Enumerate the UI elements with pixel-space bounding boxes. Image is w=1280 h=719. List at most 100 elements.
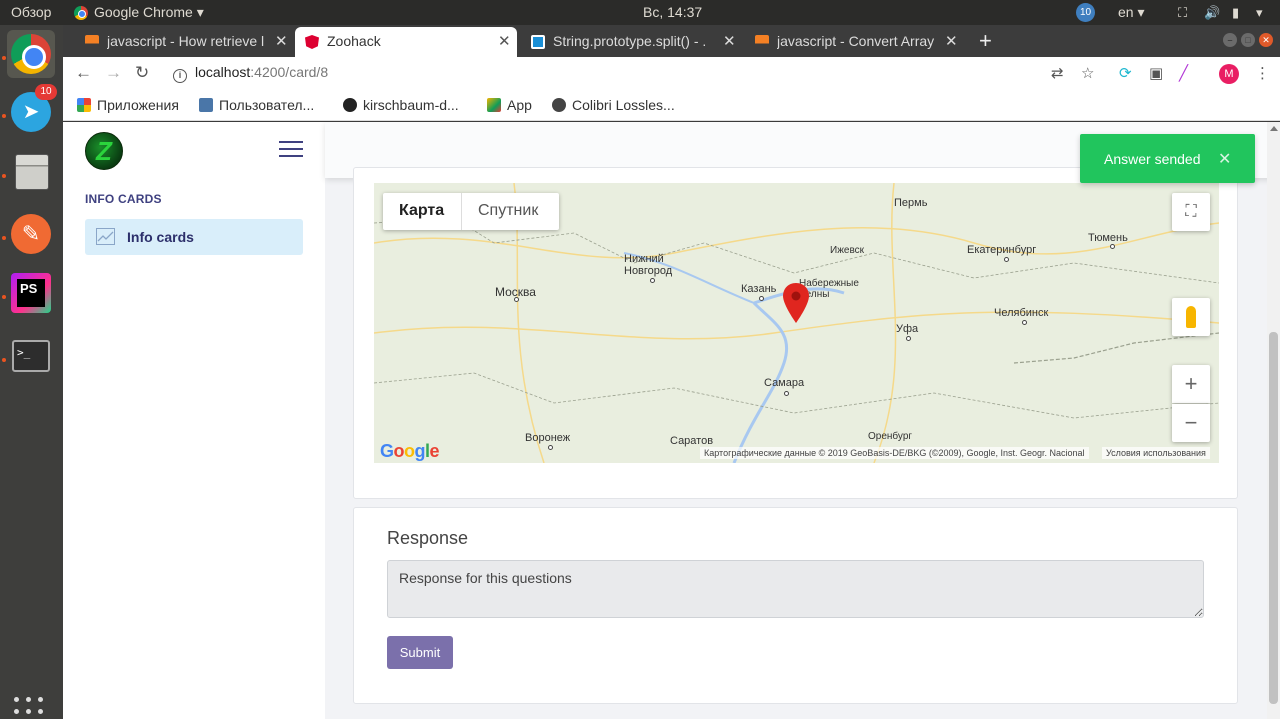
- bookmark-label: kirschbaum-d...: [363, 97, 459, 113]
- bookmark-colibri[interactable]: Colibri Lossles...: [552, 97, 675, 113]
- close-window-icon[interactable]: ✕: [1259, 33, 1273, 47]
- activities-button[interactable]: Обзор: [11, 4, 51, 20]
- dock-files[interactable]: [7, 148, 55, 196]
- sidebar-item-info-cards[interactable]: Info cards: [85, 219, 303, 255]
- toast-close-icon[interactable]: ✕: [1218, 149, 1231, 169]
- google-map[interactable]: Карта Спутник ⛶ + − Пермь Ижевск Екатери…: [374, 183, 1219, 463]
- terminal-icon: >_: [12, 340, 50, 372]
- system-menu-chevron-icon[interactable]: ▾: [1256, 5, 1263, 21]
- back-arrow-icon[interactable]: ←: [75, 63, 92, 83]
- tab-javascript-convert[interactable]: javascript - Convert Array ✕: [745, 27, 965, 57]
- app-logo[interactable]: Z: [85, 132, 123, 170]
- profile-avatar[interactable]: M: [1219, 64, 1239, 84]
- city-label: Ижевск: [830, 245, 865, 256]
- city-label: Набережные Челны: [799, 278, 859, 300]
- volume-icon[interactable]: 🔊: [1204, 5, 1220, 21]
- new-tab-plus-icon[interactable]: +: [979, 28, 992, 54]
- fullscreen-icon[interactable]: ⛶: [1172, 193, 1210, 231]
- phpstorm-label: PS: [17, 279, 45, 307]
- bookmark-vk[interactable]: Пользовател...: [199, 97, 314, 113]
- browser-toolbar: ← → ↻ i localhost:4200/card/8 ⇄ ☆ ⟳ ▣ ╱ M…: [63, 57, 1280, 91]
- chrome-window: javascript - How retrieve l ✕ Zoohack ✕ …: [63, 25, 1280, 719]
- response-card: Response Response for this questions Sub…: [353, 507, 1238, 704]
- vk-icon: [199, 98, 213, 112]
- stackoverflow-icon: [755, 35, 769, 49]
- map-type-divider: [461, 193, 462, 230]
- city-label: Нижний Новгород: [624, 253, 673, 277]
- battery-icon[interactable]: ▮: [1232, 5, 1239, 21]
- tab-strip: javascript - How retrieve l ✕ Zoohack ✕ …: [63, 25, 1280, 57]
- city-dot: [1110, 244, 1115, 249]
- map-attribution: Картографические данные © 2019 GeoBasis-…: [700, 447, 1089, 459]
- tab-string-split[interactable]: String.prototype.split() - . ✕: [521, 27, 741, 57]
- city-dot: [906, 336, 911, 341]
- extension-sync-icon[interactable]: ⟳: [1119, 64, 1132, 82]
- bookmark-apps[interactable]: Приложения: [77, 97, 179, 113]
- pegman-icon[interactable]: [1172, 298, 1210, 336]
- city-dot: [514, 297, 519, 302]
- forward-arrow-icon[interactable]: →: [105, 63, 122, 83]
- hamburger-menu-icon[interactable]: [279, 141, 303, 157]
- running-indicator: [2, 56, 6, 60]
- scroll-up-arrow-icon[interactable]: [1270, 126, 1278, 131]
- tab-close-icon[interactable]: ✕: [945, 32, 958, 50]
- bookmark-label: App: [507, 97, 532, 113]
- tab-zoohack[interactable]: Zoohack ✕: [295, 27, 517, 57]
- address-bar[interactable]: i localhost:4200/card/8: [173, 64, 328, 83]
- minimize-icon[interactable]: –: [1223, 33, 1237, 47]
- angular-icon: [305, 35, 319, 49]
- tab-close-icon[interactable]: ✕: [498, 32, 511, 50]
- bookmark-app[interactable]: App: [487, 97, 532, 113]
- scrollbar-thumb[interactable]: [1269, 332, 1278, 704]
- app-menu[interactable]: Google Chrome ▾: [94, 4, 204, 21]
- map-type-control: Карта Спутник: [383, 193, 559, 230]
- url-host: localhost: [195, 64, 251, 80]
- app-sidebar: Z INFO CARDS Info cards: [63, 122, 325, 719]
- maximize-icon[interactable]: □: [1241, 33, 1255, 47]
- city-dot: [548, 445, 553, 450]
- city-dot: [784, 391, 789, 396]
- map-type-satellite-button[interactable]: Спутник: [478, 202, 538, 220]
- extension-pen-icon[interactable]: ╱: [1179, 64, 1188, 82]
- dock-telegram[interactable]: ➤ 10: [7, 84, 57, 136]
- map-type-map-button[interactable]: Карта: [399, 202, 444, 220]
- dock-chrome[interactable]: [7, 30, 55, 78]
- extension-image-icon[interactable]: ▣: [1149, 64, 1163, 82]
- chrome-icon: [11, 34, 51, 74]
- tab-close-icon[interactable]: ✕: [275, 32, 288, 50]
- dock-phpstorm[interactable]: PS: [7, 269, 55, 317]
- response-title: Response: [387, 528, 469, 548]
- cube-icon: [487, 98, 501, 112]
- show-applications-icon[interactable]: [14, 697, 48, 719]
- page-scrollbar[interactable]: [1267, 122, 1280, 719]
- network-icon[interactable]: ⛶: [1178, 5, 1187, 21]
- zoom-in-icon[interactable]: +: [1172, 365, 1210, 403]
- tab-close-icon[interactable]: ✕: [723, 32, 736, 50]
- city-label: Оренбург: [868, 431, 913, 442]
- translate-icon[interactable]: ⇄: [1051, 64, 1064, 82]
- submit-button[interactable]: Submit: [387, 636, 453, 669]
- menu-kebab-icon[interactable]: ⋮: [1255, 64, 1270, 82]
- postman-icon: ✎: [11, 214, 51, 254]
- chrome-app-icon: [74, 6, 88, 20]
- sidebar-item-label: Info cards: [127, 229, 194, 245]
- phpstorm-icon: PS: [11, 273, 51, 313]
- city-label: Уфа: [896, 323, 919, 335]
- apps-grid-icon: [77, 98, 91, 112]
- reload-icon[interactable]: ↻: [135, 63, 149, 83]
- clock[interactable]: Вс, 14:37: [643, 4, 702, 20]
- dock-terminal[interactable]: >_: [7, 332, 55, 380]
- dock-postman[interactable]: ✎: [7, 210, 55, 258]
- mdn-icon: [531, 35, 545, 49]
- language-indicator[interactable]: en ▾: [1118, 4, 1145, 21]
- site-info-icon[interactable]: i: [173, 69, 187, 83]
- response-textarea[interactable]: Response for this questions: [387, 560, 1204, 618]
- tab-javascript-retrieve[interactable]: javascript - How retrieve l ✕: [75, 27, 293, 57]
- notification-badge[interactable]: 10: [1076, 3, 1095, 22]
- zoom-out-icon[interactable]: −: [1172, 404, 1210, 442]
- bookmarks-bar: Приложения Пользовател... kirschbaum-d..…: [63, 91, 1280, 121]
- map-terms-link[interactable]: Условия использования: [1102, 447, 1210, 459]
- bookmark-github[interactable]: kirschbaum-d...: [343, 97, 459, 113]
- bookmark-star-icon[interactable]: ☆: [1081, 64, 1094, 82]
- map-marker-icon[interactable]: [783, 283, 809, 323]
